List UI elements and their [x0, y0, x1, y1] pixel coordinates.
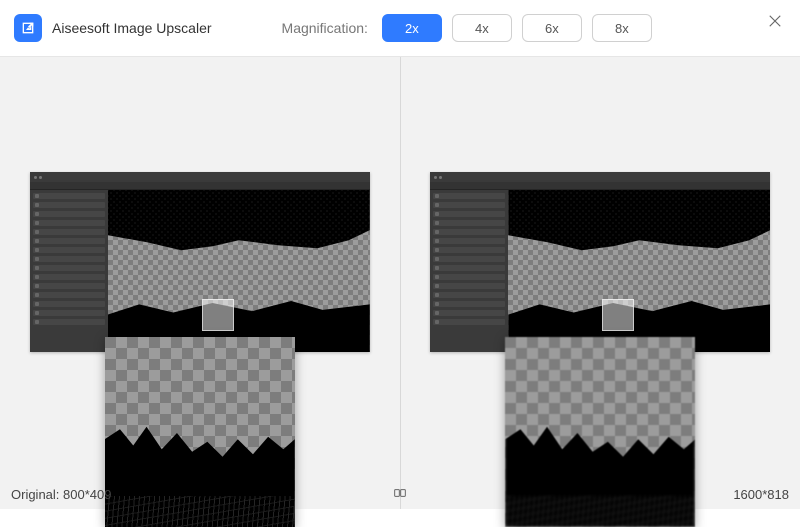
magnification-6x-button[interactable]: 6x [522, 14, 582, 42]
crop-selection-box[interactable] [603, 300, 633, 330]
app-title: Aiseesoft Image Upscaler [52, 20, 212, 36]
close-icon [766, 12, 784, 30]
upscaled-thumbnail[interactable] [430, 172, 770, 352]
app-logo [14, 14, 42, 42]
link-panels-toggle[interactable] [388, 483, 412, 503]
crop-selection-box[interactable] [203, 300, 233, 330]
upscale-logo-icon [20, 20, 36, 36]
magnification-8x-button[interactable]: 8x [592, 14, 652, 42]
magnification-buttons: 2x 4x 6x 8x [382, 14, 652, 42]
magnification-label: Magnification: [282, 20, 368, 36]
close-button[interactable] [760, 6, 790, 36]
original-zoom-preview[interactable] [105, 337, 295, 527]
link-panels-icon [392, 485, 408, 501]
magnification-4x-button[interactable]: 4x [452, 14, 512, 42]
original-thumbnail[interactable] [30, 172, 370, 352]
comparison-area: Original: 800*409 1600*818 [0, 56, 800, 509]
header-bar: Aiseesoft Image Upscaler Magnification: … [0, 0, 800, 56]
upscaled-dimensions-label: 1600*818 [727, 485, 795, 504]
upscaled-panel [401, 57, 800, 509]
magnification-2x-button[interactable]: 2x [382, 14, 442, 42]
original-dimensions-label: Original: 800*409 [5, 485, 117, 504]
original-panel [0, 57, 400, 509]
upscaled-zoom-preview[interactable] [505, 337, 695, 527]
